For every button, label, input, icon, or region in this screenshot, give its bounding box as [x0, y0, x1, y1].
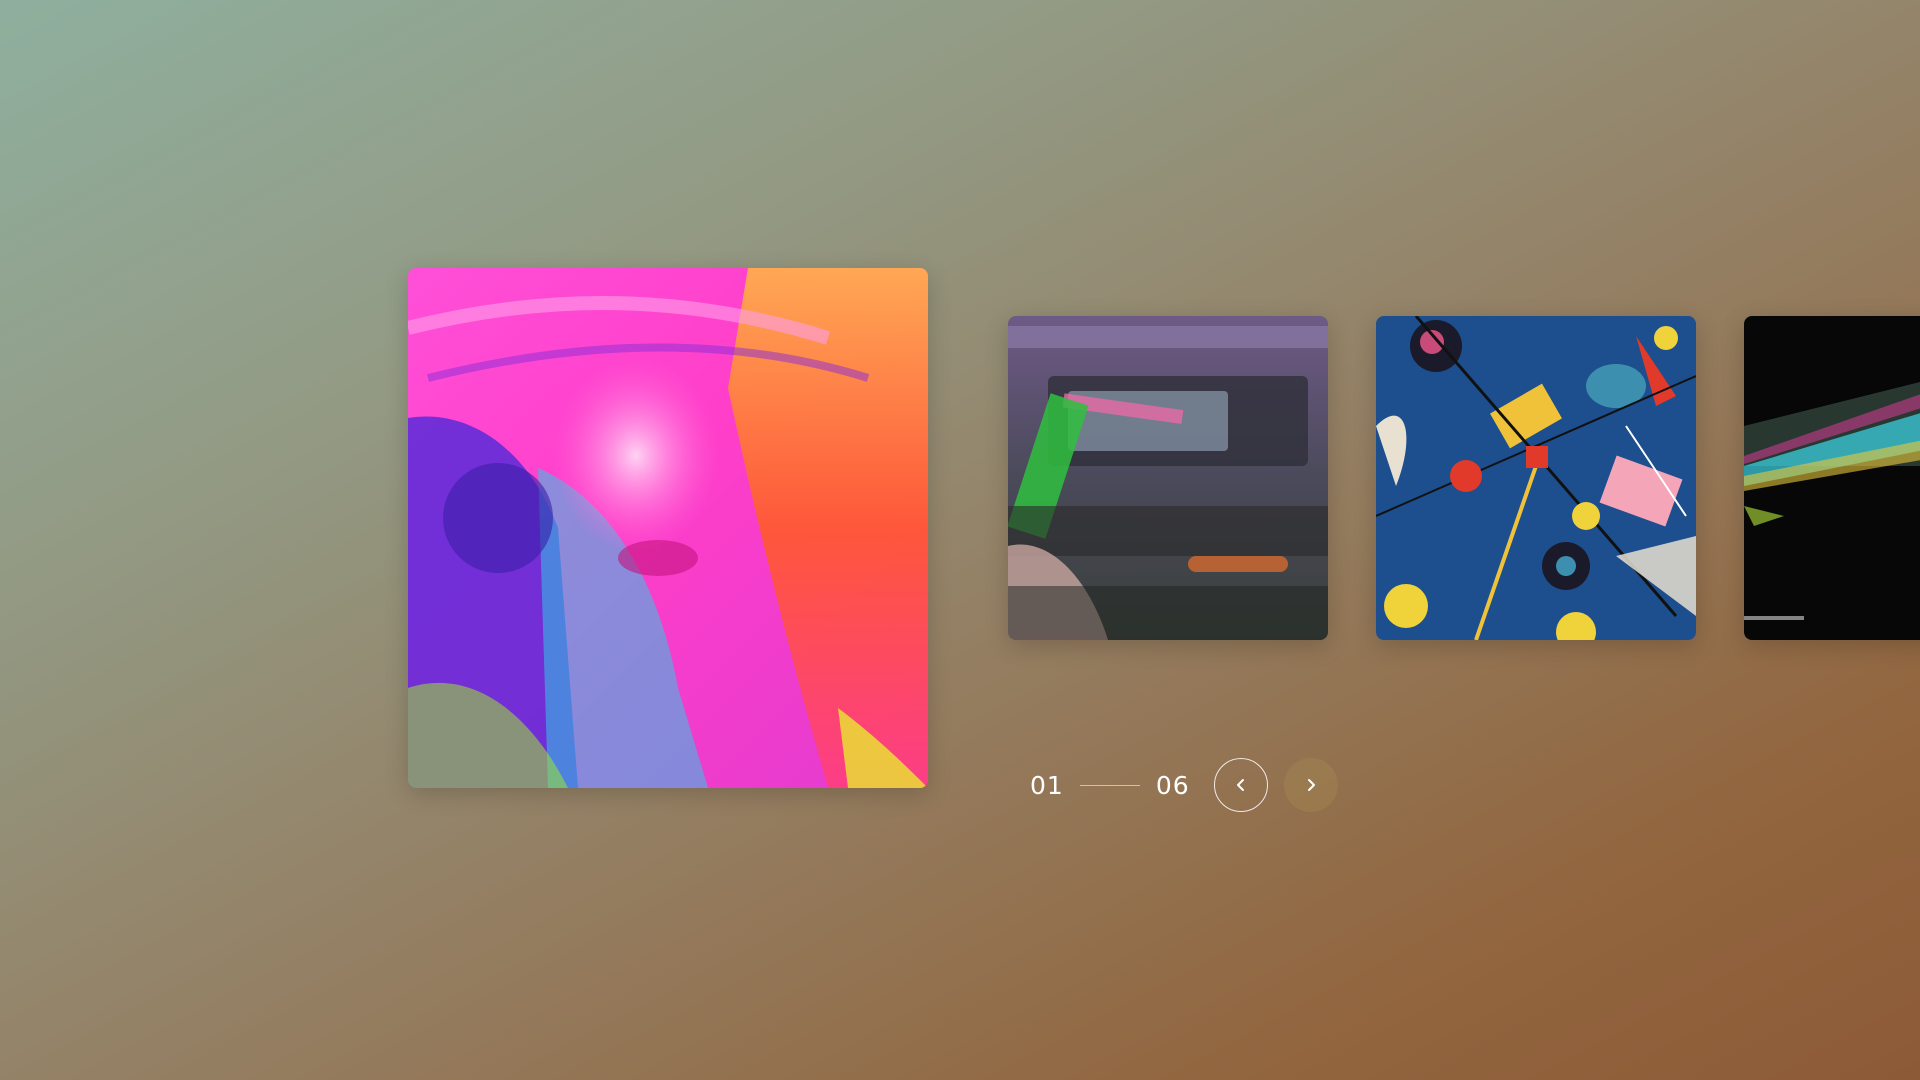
slide-light-streaks[interactable]	[1744, 316, 1920, 640]
portrait-image	[408, 268, 928, 788]
previous-slide-button[interactable]	[1213, 758, 1268, 812]
cassette-image	[1008, 316, 1328, 640]
abstract-art-image	[1376, 316, 1696, 640]
counter-divider	[1079, 784, 1140, 786]
total-slide-count: 06	[1155, 770, 1190, 800]
current-slide-number: 01	[1030, 770, 1064, 800]
carousel-controls: 01 06	[1030, 757, 1338, 813]
chevron-left-icon	[1236, 779, 1244, 791]
light-streak-image	[1744, 316, 1920, 640]
next-slide-button[interactable]	[1283, 758, 1338, 812]
slide-cassette-player[interactable]	[1008, 316, 1328, 640]
slide-abstract-geometry[interactable]	[1376, 316, 1696, 640]
carousel-stage: 01 06	[0, 0, 1920, 1080]
slide-neon-portrait[interactable]	[408, 268, 928, 788]
chevron-right-icon	[1307, 779, 1315, 791]
